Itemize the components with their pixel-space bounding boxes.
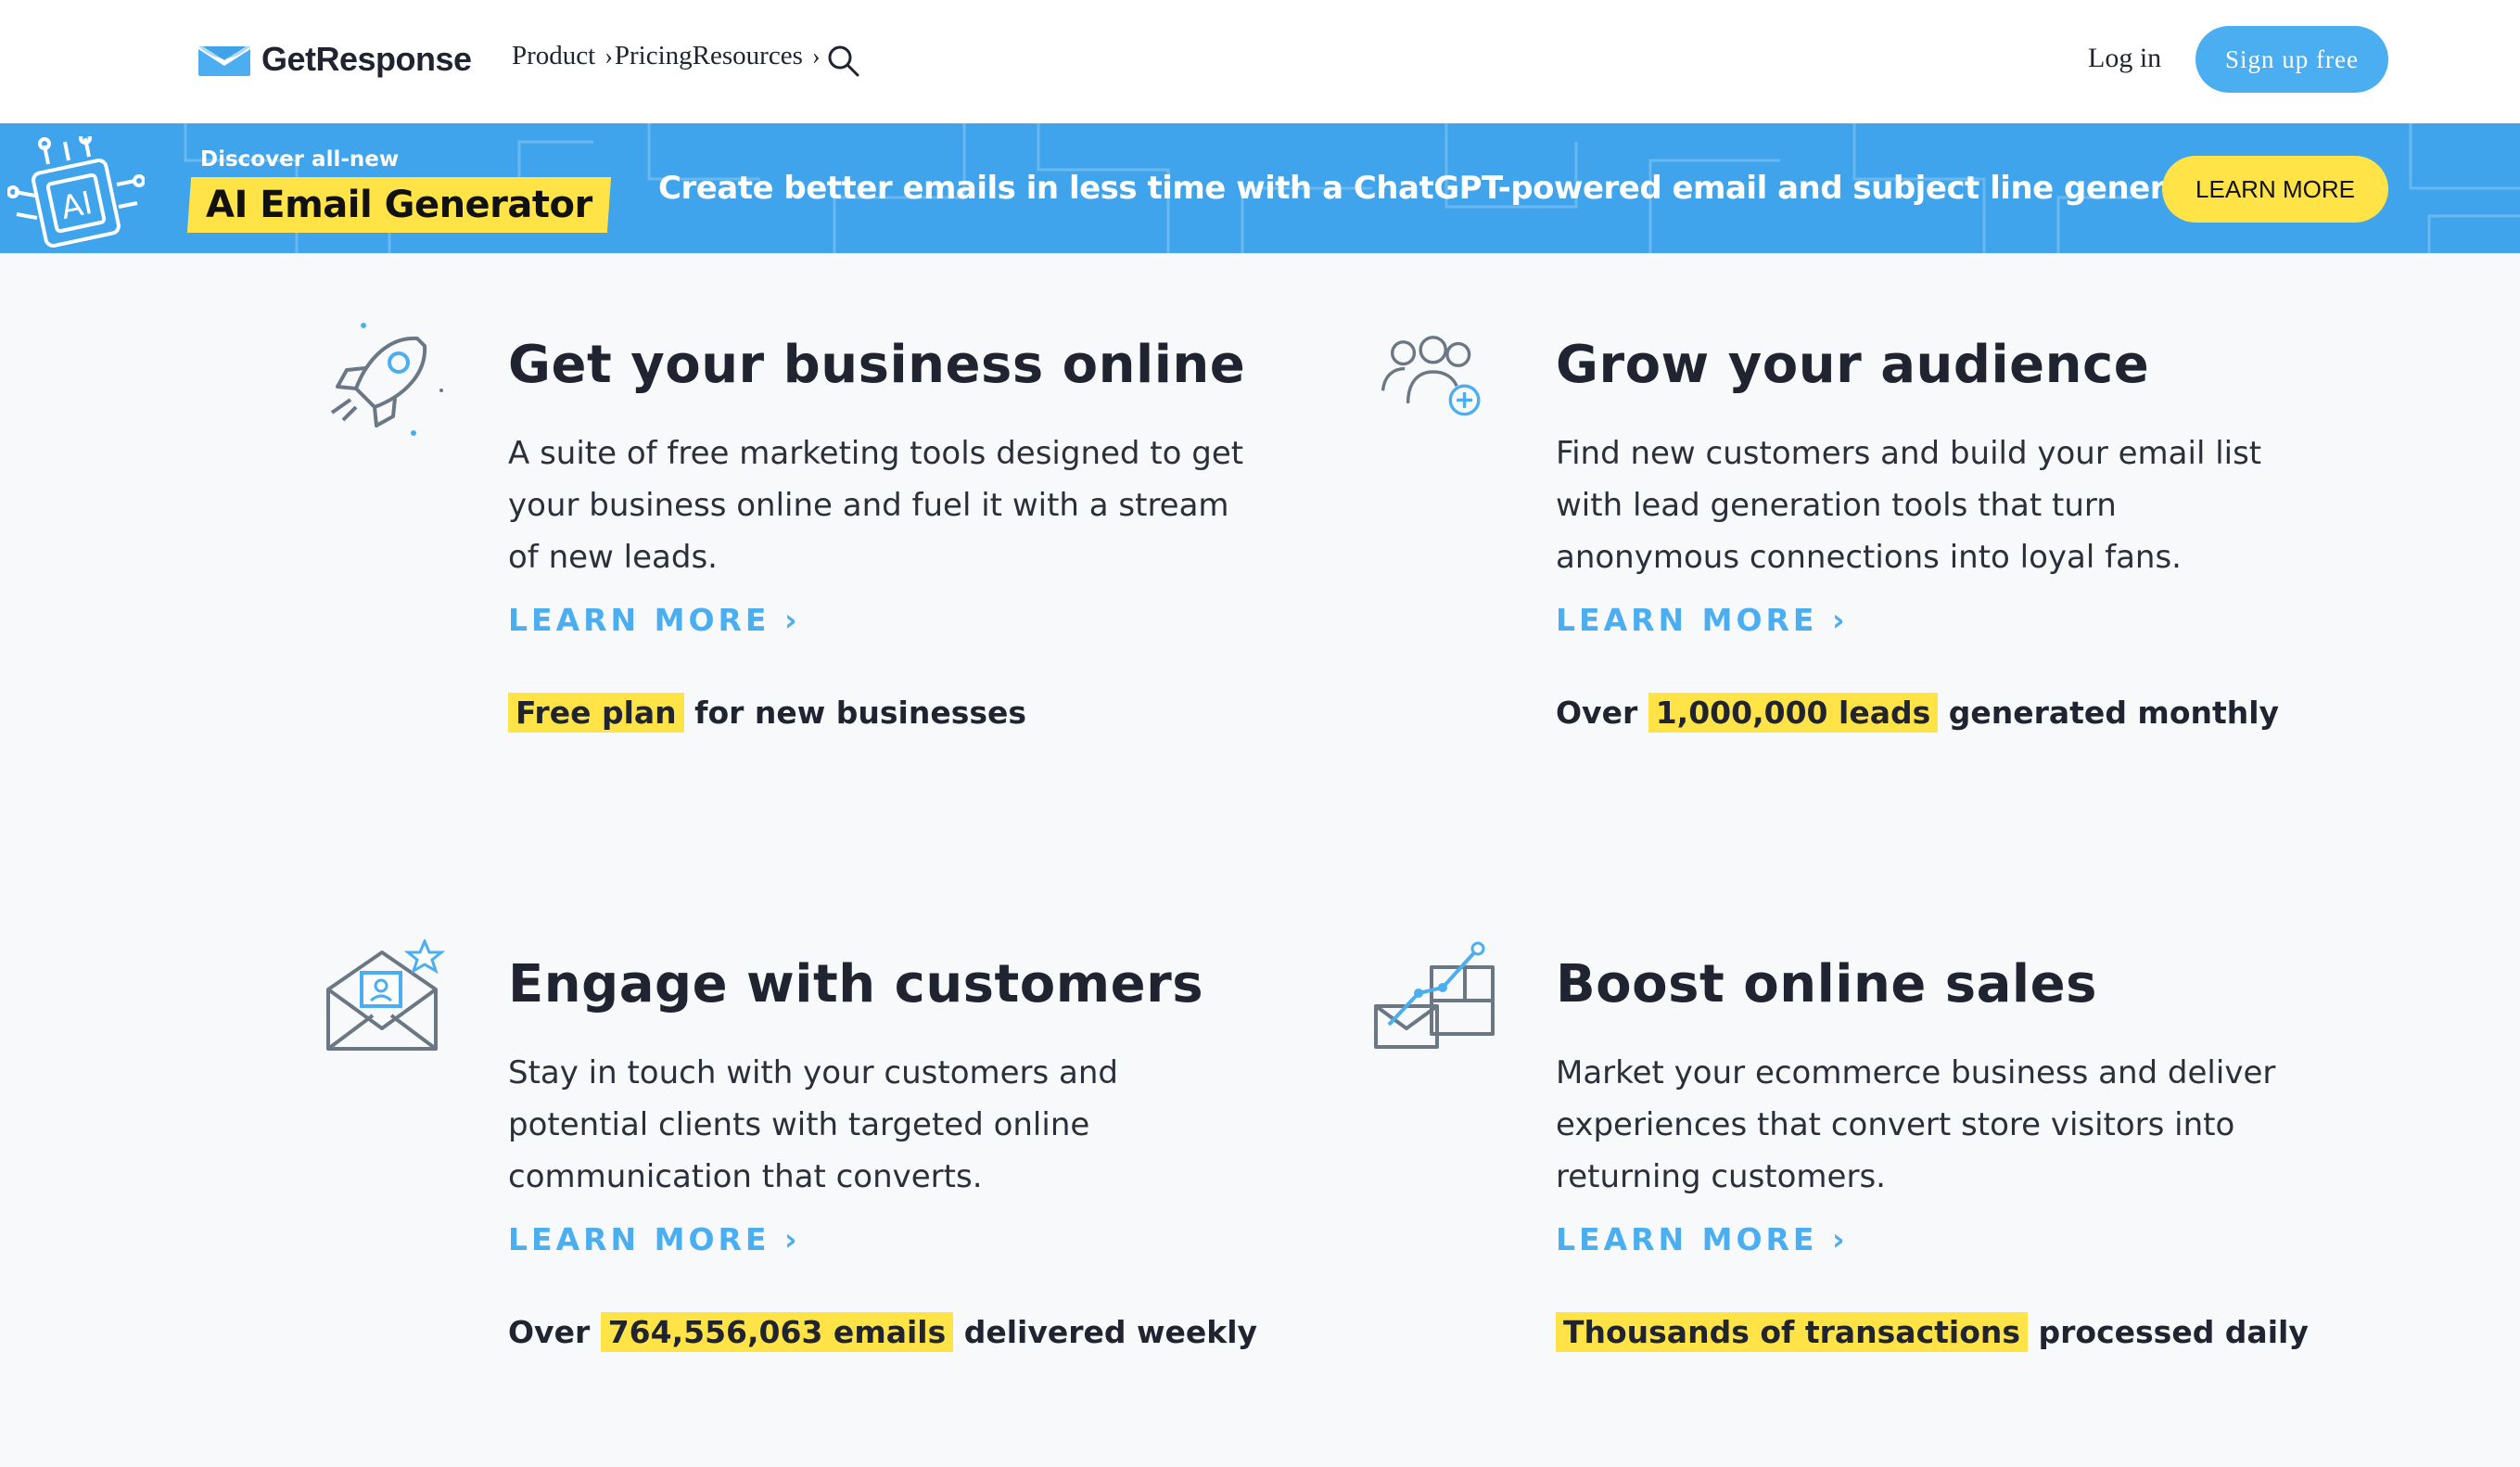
envelope-star-icon [326, 939, 446, 1051]
feature-title: Boost online sales [1556, 954, 2097, 1014]
signup-button[interactable]: Sign up free [2195, 26, 2388, 93]
feature-description: Find new customers and build your email … [1556, 435, 2262, 576]
getresponse-logo[interactable]: GetResponse [198, 40, 472, 78]
search-icon[interactable] [825, 43, 862, 80]
feature-description: A suite of free marketing tools designed… [508, 435, 1244, 576]
feature-description: Stay in touch with your customers and po… [508, 1054, 1119, 1195]
ai-generator-badge: AI Email Generator [186, 177, 611, 233]
feature-stat: Free plan for new businesses [508, 693, 1026, 733]
stat-highlight: Free plan [508, 693, 684, 733]
nav-product[interactable]: Product [512, 41, 595, 71]
chevron-right-icon: › [811, 42, 821, 70]
features-section: Get your business online A suite of free… [0, 253, 2520, 1467]
rocket-icon [330, 323, 443, 436]
feature-title: Engage with customers [508, 954, 1204, 1014]
stat-highlight: 764,556,063 emails [600, 1312, 954, 1352]
main-menu: Product › Pricing Resources › [512, 41, 822, 71]
ai-promo-banner[interactable]: AI Discover all-new AI Email Generator C… [0, 123, 2520, 253]
learn-more-link[interactable]: LEARN MORE › [1556, 1221, 1849, 1257]
chevron-right-icon: › [605, 42, 613, 70]
learn-more-link[interactable]: LEARN MORE › [508, 602, 801, 638]
discover-label: Discover all-new [200, 147, 400, 172]
stat-highlight: 1,000,000 leads [1648, 693, 1939, 733]
feature-stat: Over 1,000,000 leads generated monthly [1556, 693, 2280, 733]
audience-add-icon [1381, 336, 1481, 416]
feature-title: Grow your audience [1556, 335, 2150, 395]
logo-text: GetResponse [261, 40, 472, 78]
top-navigation: GetResponse Product › Pricing Resources … [0, 0, 2520, 123]
learn-more-link[interactable]: LEARN MORE › [508, 1221, 801, 1257]
learn-more-link[interactable]: LEARN MORE › [1556, 602, 1849, 638]
ai-chip-icon: AI [7, 136, 145, 248]
logo-envelope-icon [198, 44, 250, 76]
ai-chip-label: AI [57, 185, 95, 227]
banner-message: Create better emails in less time with a… [658, 170, 2244, 207]
nav-resources[interactable]: Resources [693, 41, 803, 71]
login-link[interactable]: Log in [2088, 43, 2161, 74]
feature-description: Market your ecommerce business and deliv… [1556, 1054, 2276, 1195]
nav-pricing[interactable]: Pricing [615, 41, 693, 71]
feature-stat: Over 764,556,063 emails delivered weekly [508, 1312, 1258, 1352]
feature-stat: Thousands of transactions processed dail… [1556, 1312, 2309, 1352]
sales-growth-icon [1374, 941, 1495, 1049]
ai-generator-title: AI Email Generator [206, 184, 592, 226]
feature-title: Get your business online [508, 335, 1246, 395]
banner-learn-more-button[interactable]: LEARN MORE [2162, 156, 2388, 223]
stat-highlight: Thousands of transactions [1556, 1312, 2029, 1352]
